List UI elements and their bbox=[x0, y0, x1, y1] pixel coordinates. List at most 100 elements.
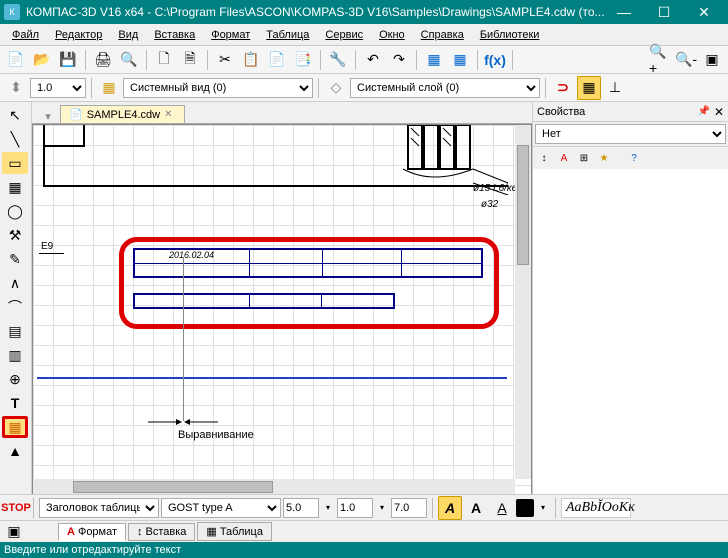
library-button[interactable]: ▦ bbox=[422, 48, 446, 72]
undo-button[interactable]: ↶ bbox=[361, 48, 385, 72]
dimension-tool[interactable]: ⊕ bbox=[2, 368, 28, 390]
compass-tool[interactable]: ∧ bbox=[2, 272, 28, 294]
close-button[interactable]: ✕ bbox=[684, 0, 724, 24]
arc-tool[interactable]: ⌒ bbox=[2, 296, 28, 318]
layer-select[interactable]: Системный слой (0) bbox=[350, 78, 540, 98]
zoom-out-button[interactable]: 🔍- bbox=[674, 48, 698, 72]
view-manager-button[interactable]: ▦ bbox=[97, 76, 121, 100]
designation-tool[interactable]: ▤ bbox=[2, 320, 28, 342]
minimize-button[interactable]: — bbox=[604, 0, 644, 24]
tabbar-dropdown[interactable]: ▾ bbox=[36, 110, 60, 123]
scale-select[interactable]: 1.0 bbox=[30, 78, 86, 98]
dim-label-1: ø15 L6/ке bbox=[473, 183, 517, 194]
menu-edit[interactable]: Редактор bbox=[47, 27, 110, 43]
prop-sort-button[interactable]: ↕ bbox=[535, 149, 553, 167]
menu-libraries[interactable]: Библиотеки bbox=[472, 27, 548, 43]
pointer-tool[interactable]: ▲ bbox=[2, 440, 28, 462]
menu-help[interactable]: Справка bbox=[413, 27, 472, 43]
menu-format[interactable]: Формат bbox=[203, 27, 258, 43]
open-button[interactable]: 📂 bbox=[30, 48, 54, 72]
snap-button[interactable]: ⊃ bbox=[551, 76, 575, 100]
paste-special-button[interactable]: 📑 bbox=[291, 48, 315, 72]
size2-input[interactable] bbox=[337, 498, 373, 518]
stop-button[interactable]: STOP bbox=[4, 496, 28, 520]
prop-expand-button[interactable]: ⊞ bbox=[575, 149, 593, 167]
preview-a-button[interactable]: 🗋 bbox=[152, 48, 176, 72]
view-select[interactable]: Системный вид (0) bbox=[123, 78, 313, 98]
menu-view[interactable]: Вид bbox=[110, 27, 146, 43]
properties-button[interactable]: 🔧 bbox=[326, 48, 350, 72]
line-tool[interactable]: ╲ bbox=[2, 128, 28, 150]
horizontal-scrollbar[interactable] bbox=[33, 479, 515, 495]
zoom-in-button[interactable]: 🔍+ bbox=[648, 48, 672, 72]
bold-button[interactable]: A bbox=[464, 496, 488, 520]
select-tool[interactable]: ↖ bbox=[2, 104, 28, 126]
draft-tool[interactable]: ⚒ bbox=[2, 224, 28, 246]
vertical-scrollbar[interactable] bbox=[515, 125, 531, 479]
print-preview-button[interactable]: 🔍 bbox=[117, 48, 141, 72]
center-panel: ▾ 📄 SAMPLE4.cdw ✕ bbox=[32, 102, 532, 496]
document-tab[interactable]: 📄 SAMPLE4.cdw ✕ bbox=[60, 105, 185, 123]
save-button[interactable]: 💾 bbox=[56, 48, 80, 72]
size2-dropdown[interactable]: ▾ bbox=[375, 496, 389, 520]
proptab-format[interactable]: A Формат bbox=[58, 523, 126, 541]
document-icon: 📄 bbox=[69, 108, 83, 121]
table-icon: ▦ bbox=[206, 525, 216, 538]
prop-star-button[interactable]: ★ bbox=[595, 149, 613, 167]
propbar-1: STOP Заголовок таблицы GOST type A ▾ ▾ A… bbox=[0, 494, 728, 520]
designation2-tool[interactable]: ▥ bbox=[2, 344, 28, 366]
library2-button[interactable]: ▦ bbox=[448, 48, 472, 72]
cut-button[interactable]: ✂ bbox=[213, 48, 237, 72]
statusbar: Введите или отредактируйте текст bbox=[0, 542, 728, 558]
redo-button[interactable]: ↷ bbox=[387, 48, 411, 72]
maximize-button[interactable]: ☐ bbox=[644, 0, 684, 24]
proptab-insert[interactable]: ↕ Вставка bbox=[128, 523, 195, 541]
panel-close[interactable]: ✕ bbox=[714, 105, 724, 119]
geometry-tool[interactable]: ▭ bbox=[2, 152, 28, 174]
array-tool[interactable]: ▦ bbox=[2, 176, 28, 198]
proptab-table[interactable]: ▦ Таблица bbox=[197, 522, 272, 541]
italic-button[interactable]: A bbox=[438, 496, 462, 520]
underline-button[interactable]: A bbox=[490, 496, 514, 520]
color-dropdown[interactable]: ▾ bbox=[536, 496, 550, 520]
table-tool[interactable]: ▦ bbox=[2, 416, 28, 438]
canvas-viewport[interactable]: ø15 L6/ке ø32 E9 2016.02.04 bbox=[32, 124, 532, 496]
edit-tool[interactable]: ✎ bbox=[2, 248, 28, 270]
tab-close[interactable]: ✕ bbox=[164, 109, 176, 121]
menu-window[interactable]: Окно bbox=[371, 27, 413, 43]
print-button[interactable]: 🖨 bbox=[91, 48, 115, 72]
grid-snap-button[interactable]: ▦ bbox=[577, 76, 601, 100]
pin-icon[interactable]: 📌 bbox=[697, 106, 709, 117]
properties-object-select[interactable]: Нет bbox=[535, 124, 726, 144]
propbar-tool-1[interactable]: ▣ bbox=[4, 523, 24, 541]
window-title: КОМПАС-3D V16 x64 - C:\Program Files\ASC… bbox=[26, 5, 604, 19]
copy-button[interactable]: 📋 bbox=[239, 48, 263, 72]
variables-button[interactable]: f(x) bbox=[483, 48, 507, 72]
font-select[interactable]: GOST type A bbox=[161, 498, 281, 518]
size1-input[interactable] bbox=[283, 498, 319, 518]
properties-title: Свойства bbox=[537, 106, 585, 118]
menu-table[interactable]: Таблица bbox=[258, 27, 317, 43]
circle-tool[interactable]: ◯ bbox=[2, 200, 28, 222]
preview-b-button[interactable]: 🗎 bbox=[178, 48, 202, 72]
header-select[interactable]: Заголовок таблицы bbox=[39, 498, 159, 518]
layer-manager-button[interactable]: ◇ bbox=[324, 76, 348, 100]
prop-help-button[interactable]: ? bbox=[625, 149, 643, 167]
layers-button[interactable]: ⬍ bbox=[4, 76, 28, 100]
menu-file[interactable]: Файл bbox=[4, 27, 47, 43]
zoom-fit-button[interactable]: ▣ bbox=[700, 48, 724, 72]
menu-service[interactable]: Сервис bbox=[317, 27, 371, 43]
table-1[interactable]: 2016.02.04 bbox=[133, 248, 483, 278]
new-button[interactable]: 📄 bbox=[4, 48, 28, 72]
drawing-canvas[interactable]: ø15 L6/ке ø32 E9 2016.02.04 bbox=[33, 125, 531, 495]
black-button[interactable] bbox=[516, 499, 534, 517]
paste-button[interactable]: 📄 bbox=[265, 48, 289, 72]
table-2[interactable] bbox=[133, 293, 395, 309]
prop-filter-button[interactable]: A bbox=[555, 149, 573, 167]
menu-insert[interactable]: Вставка bbox=[146, 27, 203, 43]
size3-input[interactable] bbox=[391, 498, 427, 518]
ortho-button[interactable]: ⊥ bbox=[603, 76, 627, 100]
align-arrows-icon bbox=[148, 415, 218, 429]
size1-dropdown[interactable]: ▾ bbox=[321, 496, 335, 520]
text-tool[interactable]: T bbox=[2, 392, 28, 414]
